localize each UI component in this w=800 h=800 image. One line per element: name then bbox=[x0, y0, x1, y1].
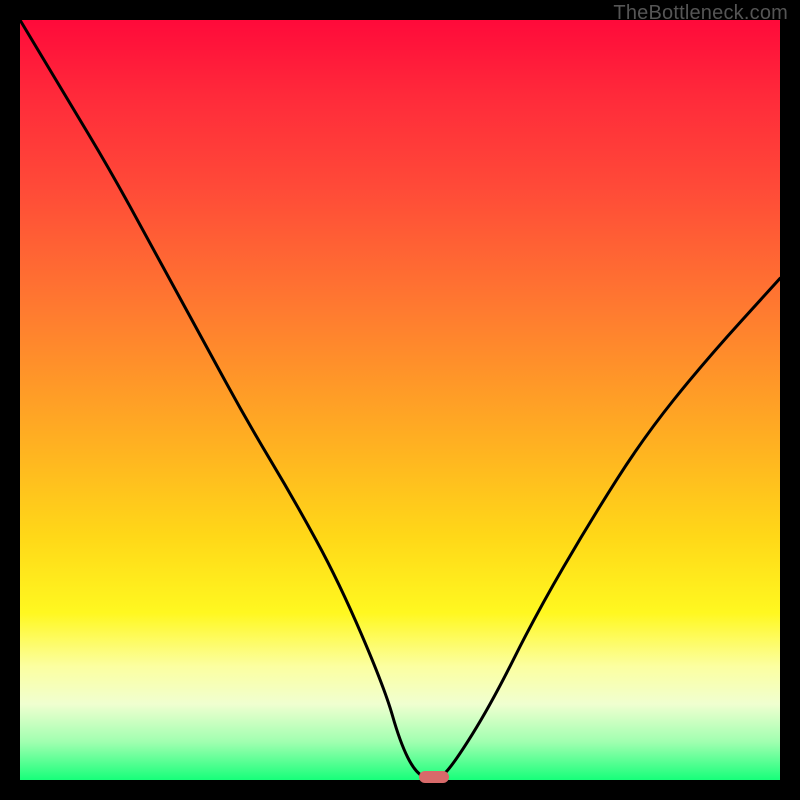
chart-frame: TheBottleneck.com bbox=[0, 0, 800, 800]
bottleneck-curve bbox=[20, 20, 780, 780]
bottleneck-marker bbox=[419, 771, 449, 783]
plot-area bbox=[20, 20, 780, 780]
curve-path bbox=[20, 20, 780, 780]
